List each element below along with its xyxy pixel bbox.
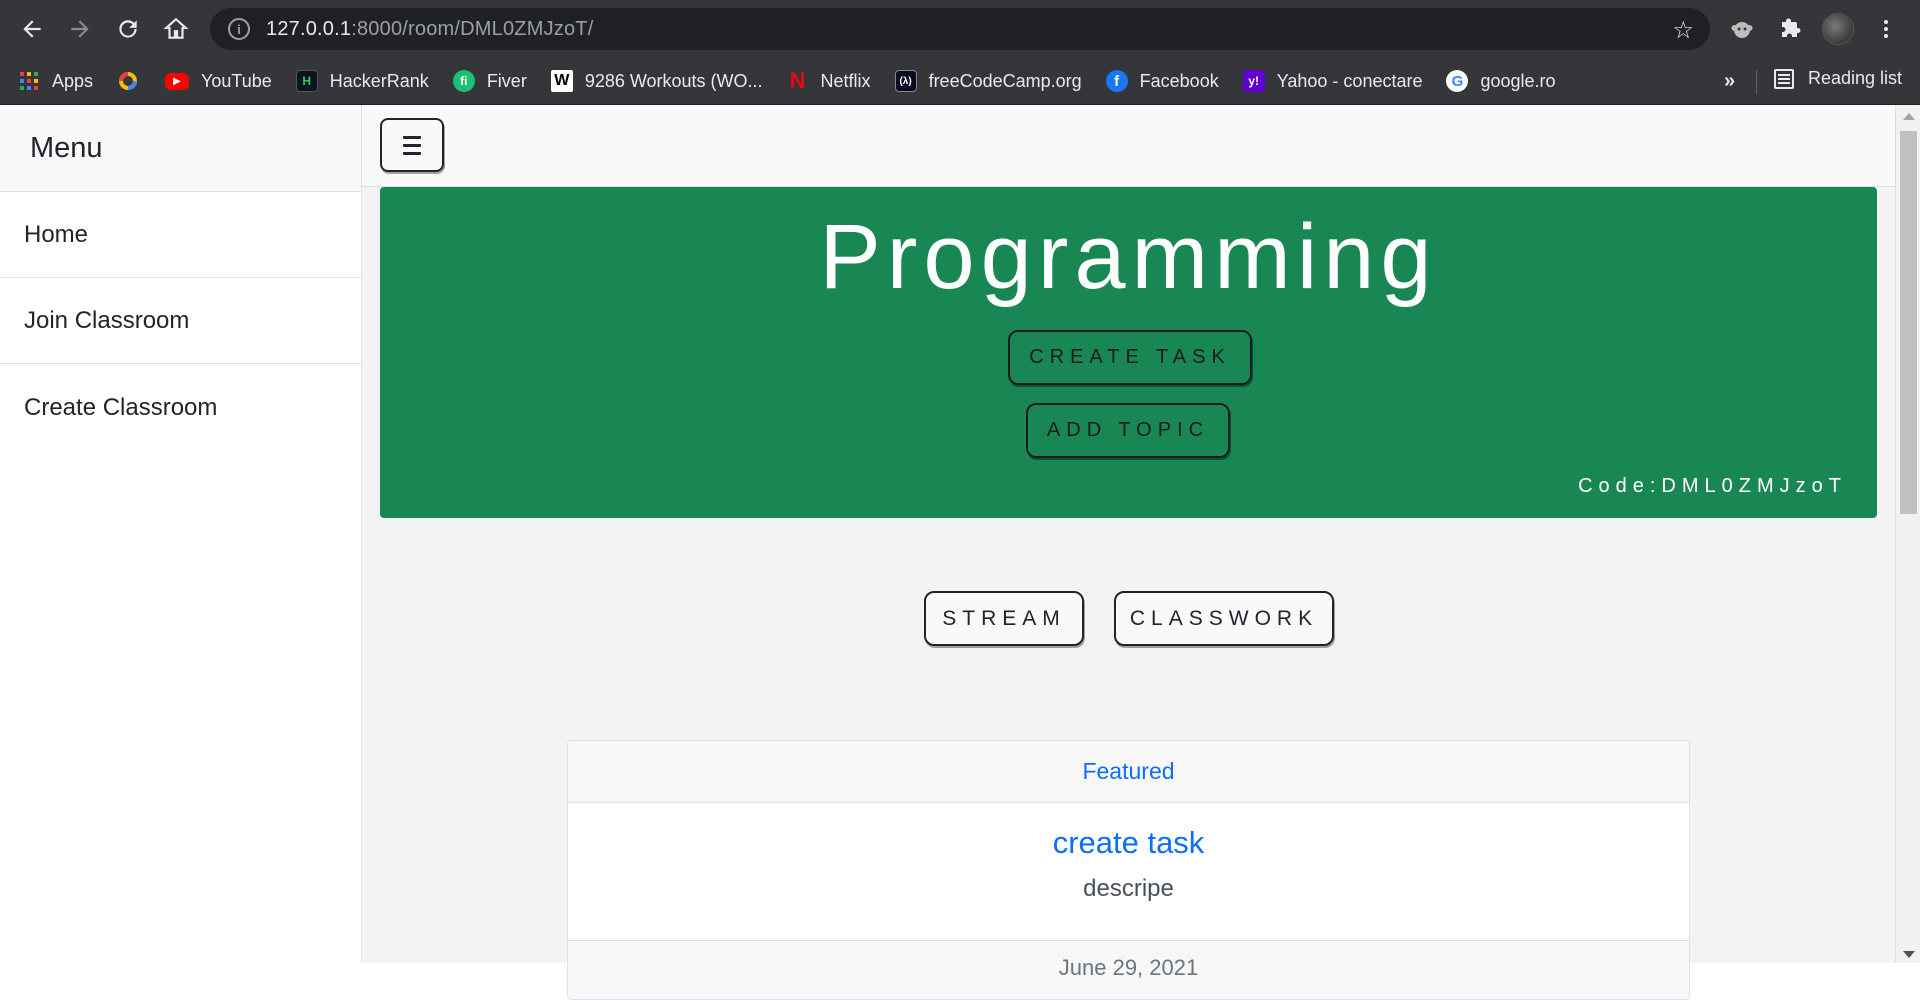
page: Menu Home Join Classroom Create Classroo…: [0, 105, 1920, 1000]
bookmark-fiver[interactable]: fi Fiver: [452, 70, 527, 92]
main-content: Programming CREATE TASK ADD TOPIC Code:D…: [362, 105, 1895, 1000]
bookmark-label: YouTube: [201, 70, 272, 91]
monkey-extension-icon[interactable]: [1724, 11, 1760, 47]
forward-icon[interactable]: [56, 5, 104, 53]
sidebar-item-home[interactable]: Home: [0, 192, 361, 278]
bookmark-label: Yahoo - conectare: [1276, 70, 1423, 91]
class-banner: Programming CREATE TASK ADD TOPIC Code:D…: [380, 187, 1877, 518]
bookmark-facebook[interactable]: f Facebook: [1105, 70, 1219, 92]
google-icon: G: [1446, 70, 1469, 92]
address-bar[interactable]: i 127.0.0.1:8000/room/DML0ZMJzoT/ ☆: [210, 8, 1710, 50]
scroll-up-arrow-icon[interactable]: [1903, 113, 1915, 120]
apps-grid-icon: [18, 70, 40, 92]
app-ring-icon: [117, 70, 139, 92]
sidebar-item-label: Create Classroom: [24, 394, 218, 421]
site-info-icon[interactable]: i: [228, 18, 250, 40]
bookmark-label: HackerRank: [329, 70, 429, 91]
bookmark-label: 9286 Workouts (WO...: [584, 70, 763, 91]
profile-avatar[interactable]: [1822, 13, 1854, 45]
bookmark-freecodecamp[interactable]: (λ) freeCodeCamp.org: [894, 70, 1082, 92]
more-bookmarks-button[interactable]: »: [1724, 70, 1735, 93]
bookmarks-bar: Apps ▶ YouTube H HackerRank fi Fiver W 9…: [0, 58, 1920, 105]
sidebar-item-join-classroom[interactable]: Join Classroom: [0, 278, 361, 364]
bookmark-app-ring[interactable]: [117, 70, 151, 92]
menu-toggle-button[interactable]: [380, 118, 444, 172]
sidebar-item-label: Home: [24, 220, 89, 248]
page-scrollbar[interactable]: [1895, 105, 1920, 963]
reading-list-icon: [1774, 68, 1794, 89]
bookmark-label: Facebook: [1139, 70, 1219, 91]
bookmark-workouts[interactable]: W 9286 Workouts (WO...: [550, 70, 763, 92]
url-text: 127.0.0.1:8000/room/DML0ZMJzoT/: [266, 17, 594, 40]
facebook-icon: f: [1105, 70, 1128, 92]
reading-list-label: Reading list: [1808, 68, 1903, 88]
yahoo-icon: y!: [1242, 70, 1265, 92]
bookmarks-divider: [1756, 70, 1757, 94]
reading-list-button[interactable]: Reading list: [1774, 68, 1902, 89]
fiverr-icon: fi: [452, 70, 475, 92]
class-title: Programming: [819, 206, 1438, 308]
task-card: Featured create task descripe June 29, 2…: [567, 740, 1690, 1000]
sidebar: Menu Home Join Classroom Create Classroo…: [0, 105, 362, 963]
workouts-icon: W: [550, 70, 573, 92]
bookmark-star-icon[interactable]: ☆: [1672, 16, 1694, 45]
top-navbar: [362, 105, 1895, 187]
bookmark-netflix[interactable]: N Netflix: [787, 68, 871, 93]
card-footer-date: June 29, 2021: [568, 940, 1689, 999]
task-title-link[interactable]: create task: [568, 825, 1689, 861]
bookmark-youtube[interactable]: ▶ YouTube: [165, 71, 272, 92]
bookmark-google[interactable]: G google.ro: [1446, 70, 1556, 92]
freecodecamp-icon: (λ): [894, 70, 917, 92]
browser-toolbar: i 127.0.0.1:8000/room/DML0ZMJzoT/ ☆: [0, 0, 1920, 58]
bookmark-yahoo[interactable]: y! Yahoo - conectare: [1242, 70, 1423, 92]
bookmark-label: freeCodeCamp.org: [928, 70, 1082, 91]
bookmark-apps[interactable]: Apps: [18, 70, 93, 92]
card-header: Featured: [568, 741, 1689, 803]
stream-tab-button[interactable]: STREAM: [924, 591, 1084, 646]
netflix-icon: N: [789, 68, 806, 93]
more-vert-icon[interactable]: [1868, 11, 1904, 47]
sidebar-item-label: Join Classroom: [24, 306, 190, 334]
back-icon[interactable]: [8, 5, 56, 53]
bookmark-hackerrank[interactable]: H HackerRank: [295, 70, 429, 92]
sidebar-item-create-classroom[interactable]: Create Classroom: [0, 364, 361, 452]
sidebar-title: Menu: [0, 105, 361, 192]
youtube-icon: ▶: [165, 72, 190, 90]
class-code: Code:DML0ZMJzoT: [1578, 475, 1847, 497]
scroll-thumb[interactable]: [1900, 131, 1917, 514]
reload-icon[interactable]: [104, 5, 152, 53]
home-icon[interactable]: [152, 5, 200, 53]
extensions-puzzle-icon[interactable]: [1772, 11, 1808, 47]
scroll-down-arrow-icon[interactable]: [1903, 951, 1915, 958]
bookmark-label: Fiver: [486, 70, 527, 91]
hackerrank-icon: H: [295, 70, 318, 92]
hamburger-icon: [403, 135, 421, 139]
classwork-tab-button[interactable]: CLASSWORK: [1114, 591, 1334, 646]
create-task-button[interactable]: CREATE TASK: [1008, 330, 1252, 385]
bookmark-label: Netflix: [820, 70, 871, 91]
add-topic-button[interactable]: ADD TOPIC: [1026, 403, 1230, 458]
bookmark-label: Apps: [52, 70, 94, 91]
task-description: descripe: [1083, 875, 1174, 902]
bookmark-label: google.ro: [1480, 70, 1556, 91]
